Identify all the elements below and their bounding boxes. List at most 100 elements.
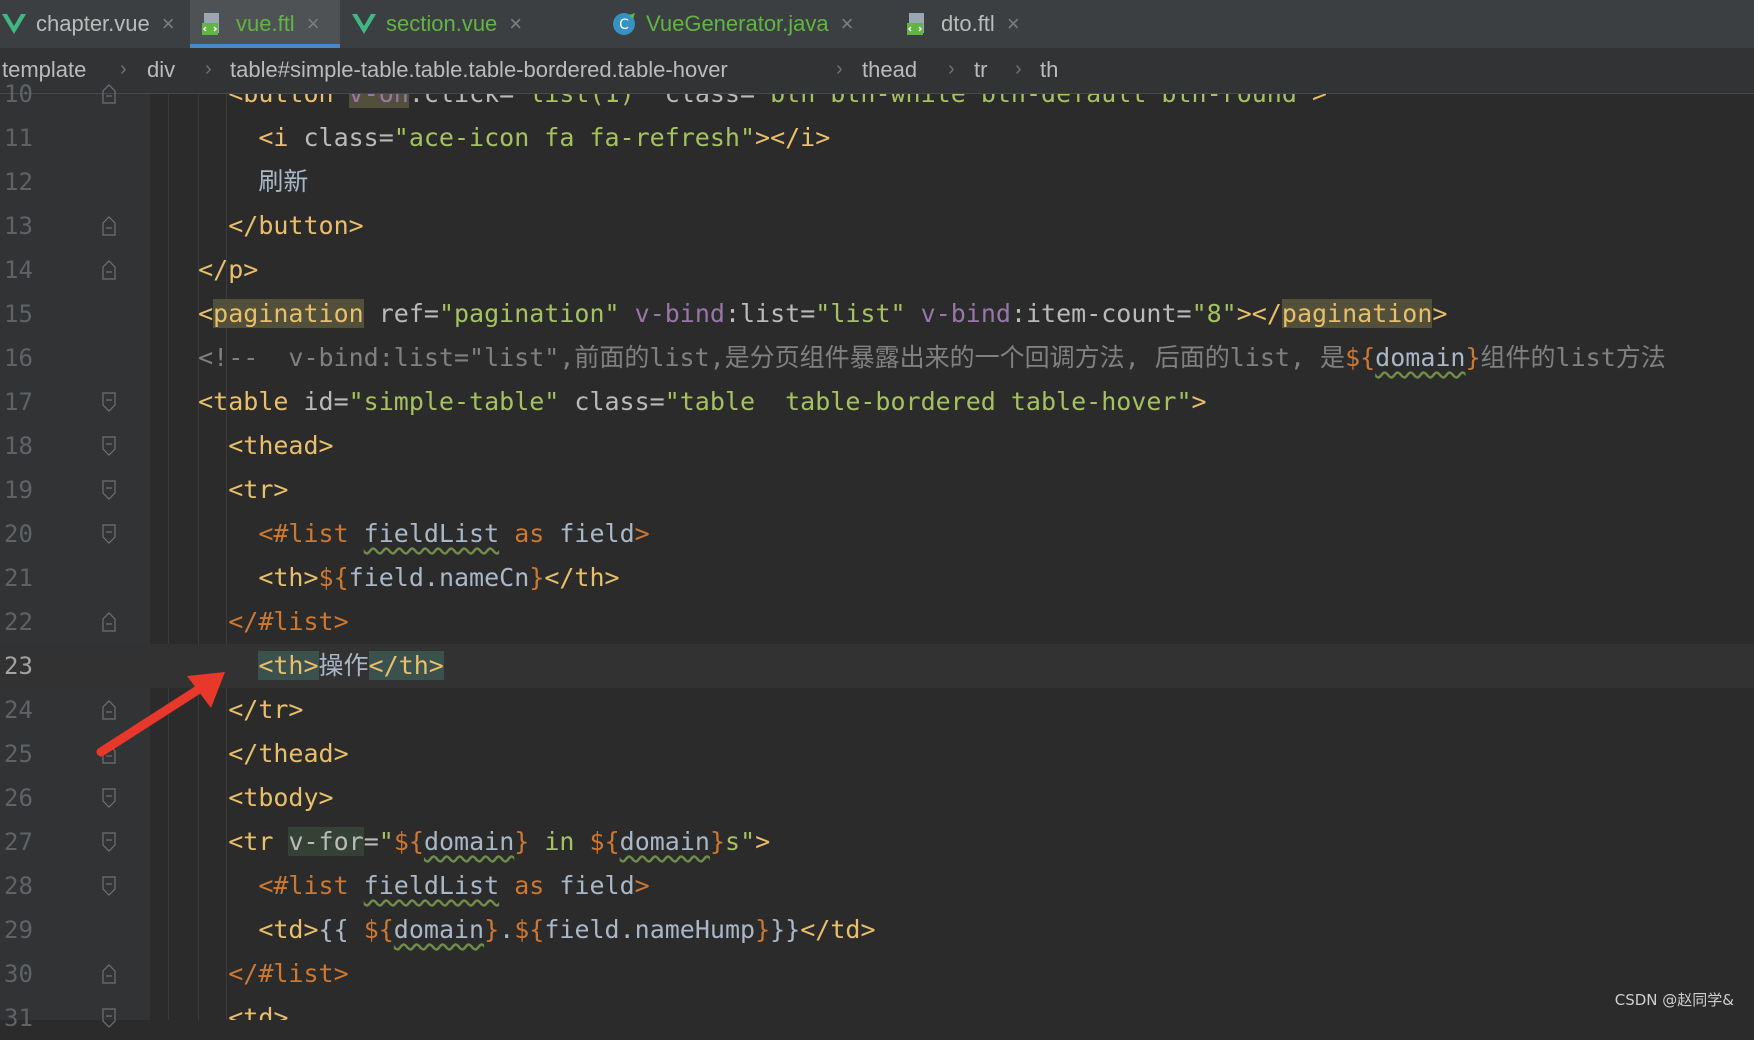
fold-end-icon[interactable] <box>102 84 116 104</box>
tab-section-vue[interactable]: section.vue × <box>350 0 550 48</box>
code-token: "list" <box>815 299 906 328</box>
fold-start-icon[interactable] <box>102 524 116 544</box>
breadcrumb-separator: › <box>836 58 843 80</box>
freemarker-file-icon <box>200 10 228 38</box>
code-token: </th> <box>544 563 620 592</box>
code-line[interactable]: <pagination ref="pagination" v-bind:list… <box>150 292 1754 336</box>
breadcrumb-item-table[interactable]: table#simple-table.table.table-bordered.… <box>230 57 728 83</box>
breadcrumb-item-div[interactable]: div <box>147 57 175 83</box>
code-line[interactable]: <td> <box>150 996 1754 1020</box>
code-line[interactable]: <!-- v-bind:list="list",前面的list,是分页组件暴露出… <box>150 336 1754 380</box>
fold-end-icon[interactable] <box>102 612 116 632</box>
close-icon[interactable]: × <box>307 11 320 37</box>
editor-gutter[interactable]: 10 11 12 13 14 15 16 17 18 19 20 21 22 23 24 25 26 27 28 29… <box>0 80 150 1032</box>
code-token: . <box>499 915 515 944</box>
fold-end-icon[interactable] <box>102 216 116 236</box>
code-token: domain <box>619 827 710 856</box>
code-line[interactable]: <tbody> <box>150 776 1754 820</box>
line-number: 19 <box>4 476 33 504</box>
code-line[interactable]: <#list fieldList as field> <box>150 512 1754 556</box>
close-icon[interactable]: × <box>1007 11 1020 37</box>
code-line[interactable]: </#list> <box>150 600 1754 644</box>
code-line[interactable]: <button v-on:click="list(1)" class="btn … <box>150 94 1754 116</box>
breadcrumb-separator: › <box>205 58 212 80</box>
code-token: "8" <box>1191 299 1237 328</box>
breadcrumb-separator: › <box>1015 58 1022 80</box>
code-token: " <box>378 827 394 856</box>
code-line[interactable]: <td>{{ ${domain}.${field.nameHump}}}</td… <box>150 908 1754 952</box>
code-token: <#list <box>258 871 364 900</box>
tab-vuegenerator-java[interactable]: C VueGenerator.java × <box>610 0 880 48</box>
code-line[interactable]: <i class="ace-icon fa fa-refresh"></i> <box>150 116 1754 160</box>
code-line[interactable]: </button> <box>150 204 1754 248</box>
code-line[interactable]: </p> <box>150 248 1754 292</box>
code-line[interactable]: <th>${field.nameCn}</th> <box>150 556 1754 600</box>
fold-start-icon[interactable] <box>102 788 116 808</box>
code-token: field.nameCn <box>348 563 530 592</box>
code-token: </#list> <box>228 607 349 636</box>
close-icon[interactable]: × <box>509 11 522 37</box>
code-line[interactable]: 刷新 <box>150 160 1754 204</box>
code-token: <th> <box>258 563 319 592</box>
close-icon[interactable]: × <box>841 11 854 37</box>
code-token: </thead> <box>228 739 349 768</box>
code-token: domain <box>393 915 485 944</box>
code-line[interactable]: </thead> <box>150 732 1754 776</box>
code-line[interactable]: </tr> <box>150 688 1754 732</box>
code-token: domain <box>423 827 515 856</box>
breadcrumb-item-th[interactable]: th <box>1040 57 1058 83</box>
code-token: domain <box>1375 343 1466 372</box>
line-number: 21 <box>4 564 33 592</box>
code-token: } <box>709 827 726 856</box>
fold-end-icon[interactable] <box>102 964 116 984</box>
fold-start-icon[interactable] <box>102 480 116 500</box>
editor-tab-bar: chapter.vue × vue.ftl × section.vue × C … <box>0 0 1754 49</box>
code-token: class= <box>303 123 394 152</box>
code-token: "pagination" <box>438 299 620 328</box>
code-token: class= <box>559 387 665 416</box>
code-line[interactable]: <th>操作</th> <box>150 644 1754 688</box>
fold-start-icon[interactable] <box>102 1008 116 1028</box>
code-token: "list(1)" <box>514 94 649 108</box>
code-line[interactable]: <tr v-for="${domain} in ${domain}s"> <box>150 820 1754 864</box>
fold-start-icon[interactable] <box>102 436 116 456</box>
code-editor[interactable]: <button v-on:click="list(1)" class="btn … <box>150 94 1754 1020</box>
tab-chapter-vue[interactable]: chapter.vue × <box>0 0 190 48</box>
code-line[interactable]: <thead> <box>150 424 1754 468</box>
breadcrumb-item-thead[interactable]: thead <box>862 57 917 83</box>
code-token: fieldList <box>363 519 500 548</box>
code-line[interactable]: <table id="simple-table" class="table ta… <box>150 380 1754 424</box>
code-token: } <box>514 827 530 856</box>
code-token: > <box>755 827 771 856</box>
breadcrumb-item-tr[interactable]: tr <box>974 57 987 83</box>
fold-start-icon[interactable] <box>102 392 116 412</box>
close-icon[interactable]: × <box>162 11 175 37</box>
fold-end-icon[interactable] <box>102 260 116 280</box>
code-token: <button <box>228 94 348 108</box>
svg-text:C: C <box>619 17 629 33</box>
code-token: <i <box>258 123 304 152</box>
fold-start-icon[interactable] <box>102 832 116 852</box>
code-line[interactable]: <#list fieldList as field> <box>150 864 1754 908</box>
tab-vue-ftl[interactable]: vue.ftl × <box>190 0 340 48</box>
code-line[interactable]: <tr> <box>150 468 1754 512</box>
code-token: v-for <box>288 827 364 856</box>
code-token: </p> <box>198 255 259 284</box>
breadcrumb-separator: › <box>948 58 955 80</box>
code-token: <td> <box>258 915 319 944</box>
code-token: "btn btn-white btn-default btn-round" <box>755 94 1312 108</box>
code-token: v-bind <box>920 299 1011 328</box>
tab-dto-ftl[interactable]: dto.ftl × <box>905 0 1065 48</box>
vue-icon <box>350 10 378 38</box>
code-token: </th> <box>368 651 444 680</box>
fold-start-icon[interactable] <box>102 876 116 896</box>
code-line[interactable]: </#list> <box>150 952 1754 996</box>
